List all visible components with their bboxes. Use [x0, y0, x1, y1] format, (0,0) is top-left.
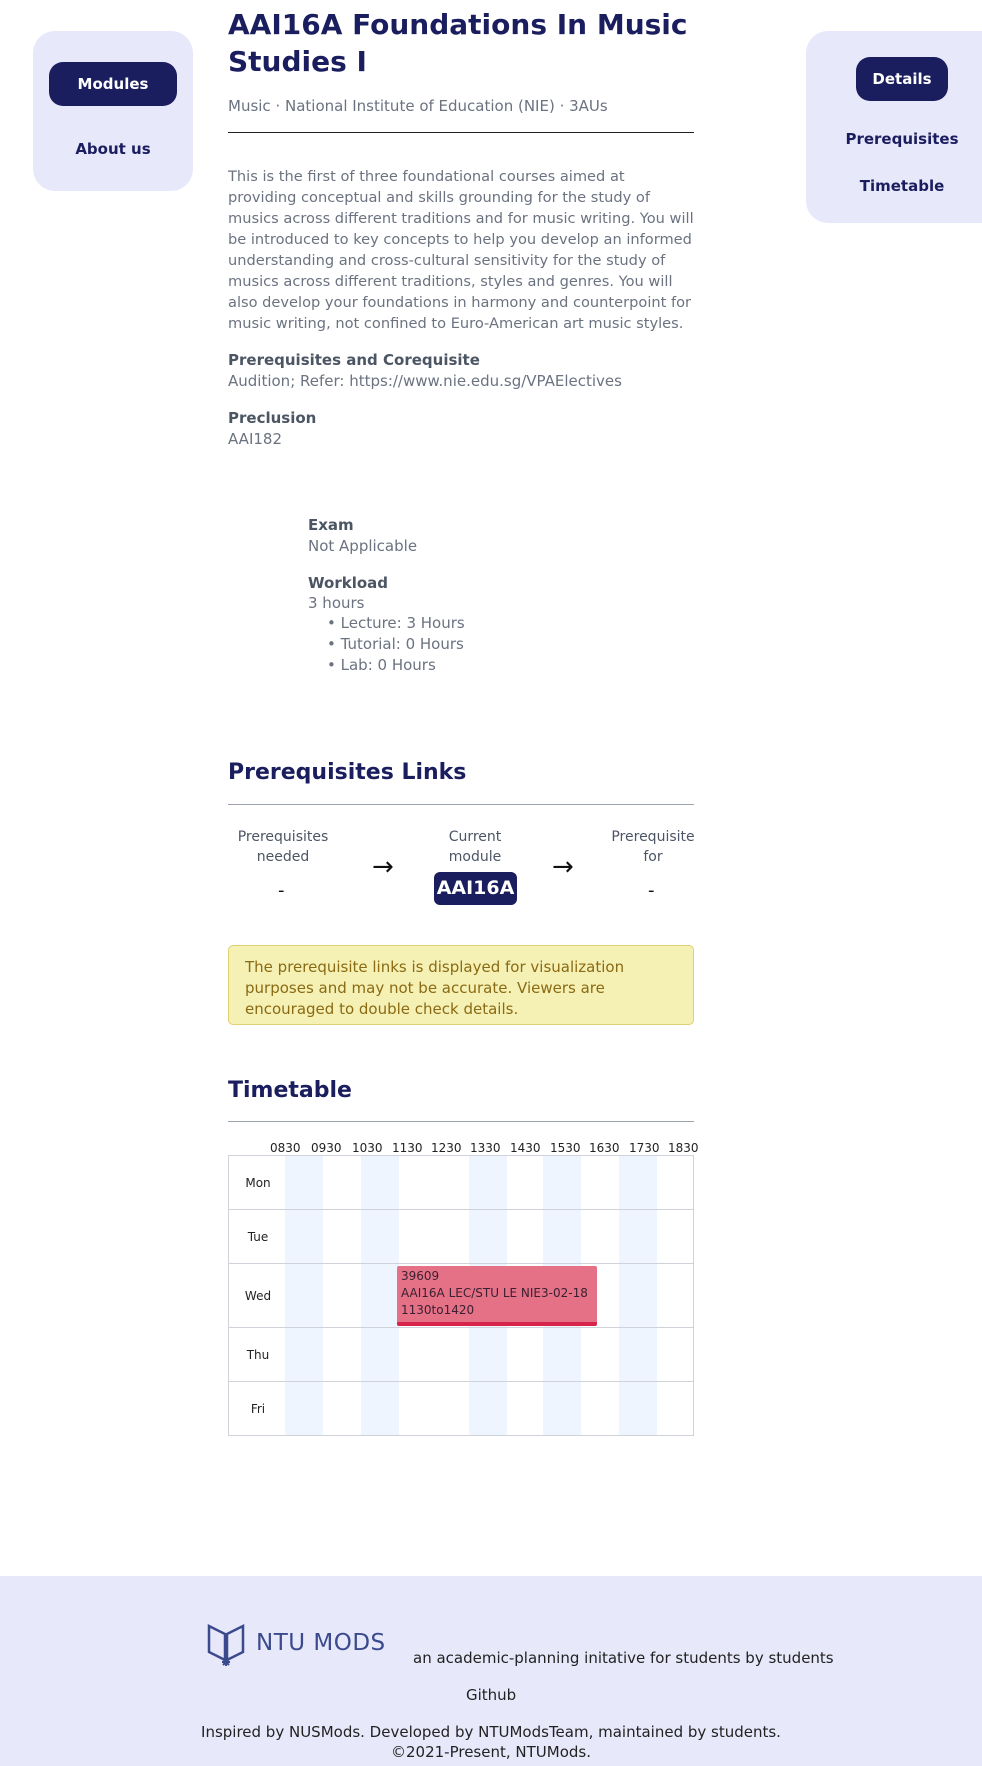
- footer-credits: Inspired by NUSMods. Developed by NTUMod…: [201, 1723, 781, 1741]
- hour-label: 0830: [270, 1141, 301, 1155]
- left-nav: Modules About us: [33, 31, 193, 191]
- hour-label: 1330: [470, 1141, 501, 1155]
- header-divider: [228, 132, 694, 133]
- timetable-row: Thu: [229, 1328, 693, 1382]
- hour-label: 0930: [311, 1141, 342, 1155]
- prereq-for-label-2: for: [643, 849, 663, 865]
- hour-label: 1730: [629, 1141, 660, 1155]
- exam-value: Not Applicable: [308, 537, 418, 555]
- workload-lecture: Lecture: 3 Hours: [327, 613, 465, 634]
- timetable-event[interactable]: 39609 AAI16A LEC/STU LE NIE3-02-18 1130t…: [397, 1266, 597, 1326]
- module-description: This is the first of three foundational …: [228, 168, 694, 332]
- prereq-needed-label-2: needed: [256, 849, 310, 865]
- prereq-heading: Prerequisites and Corequisite: [228, 351, 480, 369]
- right-nav: Details Prerequisites Timetable: [806, 31, 982, 223]
- prereq-for-label: Prerequisite for: [598, 827, 708, 867]
- event-index: 39609: [401, 1269, 440, 1283]
- logo-text: NTU MODS: [256, 1630, 386, 1656]
- prereq-needed-label-1: Prerequisites: [237, 829, 329, 845]
- prereq-divider: [228, 804, 694, 805]
- hour-label: 1530: [550, 1141, 581, 1155]
- preclusion-value: AAI182: [228, 430, 282, 448]
- footer-tagline: an academic-planning initative for stude…: [413, 1649, 834, 1667]
- day-label: Fri: [250, 1402, 266, 1416]
- exam-heading: Exam: [308, 516, 354, 534]
- event-description: AAI16A LEC/STU LE NIE3-02-18: [401, 1286, 588, 1300]
- details-button[interactable]: Details: [856, 57, 948, 101]
- workload-value: 3 hours: [308, 594, 365, 612]
- arrow-right-icon: →: [552, 852, 574, 882]
- day-label: Thu: [246, 1348, 270, 1362]
- module-title: AAI16A Foundations In Music Studies I: [228, 8, 688, 78]
- prereq-value: Audition; Refer: https://www.nie.edu.sg/…: [228, 372, 622, 390]
- day-label: Mon: [245, 1176, 271, 1190]
- footer-copyright: ©2021-Present, NTUMods.: [391, 1743, 591, 1761]
- module-subtitle: Music · National Institute of Education …: [228, 97, 608, 115]
- prereq-for-value: -: [648, 880, 655, 901]
- timetable-row: Fri: [229, 1382, 693, 1435]
- current-module-badge[interactable]: AAI16A: [434, 872, 517, 905]
- prereq-links-heading: Prerequisites Links: [228, 760, 467, 785]
- timetable-divider: [228, 1121, 694, 1122]
- prereq-for-label-1: Prerequisite: [611, 829, 695, 845]
- prereq-warning: The prerequisite links is displayed for …: [228, 945, 694, 1025]
- workload-lab: Lab: 0 Hours: [327, 655, 465, 676]
- arrow-right-icon: →: [372, 852, 394, 882]
- current-module-label-1: Current: [448, 829, 502, 845]
- timetable-row: Mon: [229, 1156, 693, 1210]
- modules-button[interactable]: Modules: [49, 62, 177, 106]
- hour-label: 1430: [510, 1141, 541, 1155]
- current-module-label: Current module: [420, 827, 530, 867]
- about-us-link[interactable]: About us: [33, 140, 193, 158]
- book-logo-icon: [207, 1623, 245, 1666]
- event-time: 1130to1420: [401, 1303, 475, 1317]
- hour-label: 1830: [668, 1141, 699, 1155]
- prereq-needed-value: -: [278, 880, 285, 901]
- github-link[interactable]: Github: [466, 1686, 516, 1704]
- workload-list: Lecture: 3 Hours Tutorial: 0 Hours Lab: …: [327, 613, 465, 676]
- hour-label: 1030: [352, 1141, 383, 1155]
- timetable-heading: Timetable: [228, 1078, 352, 1103]
- ntu-mods-logo[interactable]: NTU MODS: [206, 1622, 396, 1666]
- preclusion-heading: Preclusion: [228, 409, 317, 427]
- prerequisites-link[interactable]: Prerequisites: [806, 130, 982, 148]
- hour-label: 1230: [431, 1141, 462, 1155]
- timetable-row: Tue: [229, 1210, 693, 1264]
- timetable-link[interactable]: Timetable: [806, 177, 982, 195]
- workload-tutorial: Tutorial: 0 Hours: [327, 634, 465, 655]
- day-label: Tue: [247, 1230, 269, 1244]
- hour-label: 1630: [589, 1141, 620, 1155]
- hour-label: 1130: [392, 1141, 423, 1155]
- day-label: Wed: [244, 1289, 272, 1303]
- workload-heading: Workload: [308, 574, 388, 592]
- prereq-needed-label: Prerequisites needed: [228, 827, 338, 867]
- footer: NTU MODS an academic-planning initative …: [0, 1576, 982, 1766]
- current-module-label-2: module: [448, 849, 502, 865]
